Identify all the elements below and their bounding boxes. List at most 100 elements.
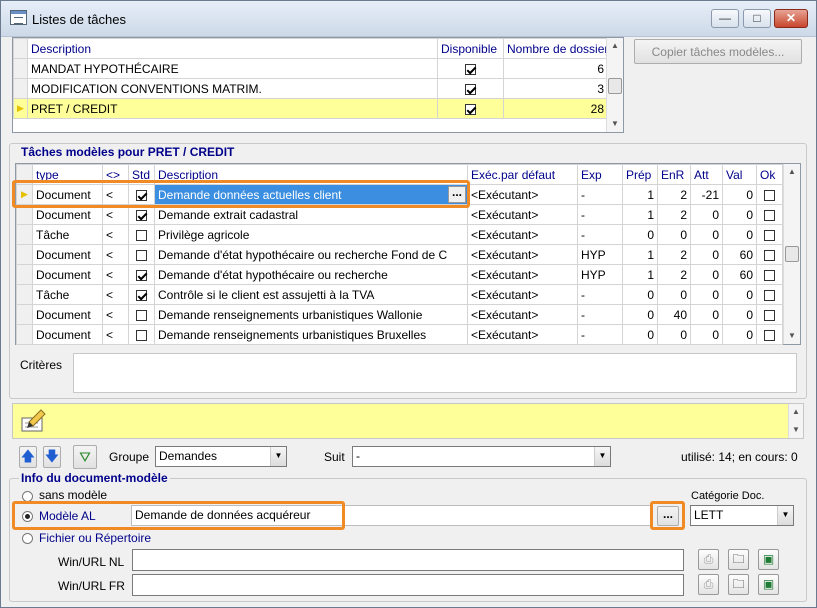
task-row[interactable]: Document < Demande renseignements urbanist… bbox=[16, 304, 783, 325]
filter-button[interactable]: ⛛ bbox=[73, 445, 97, 469]
ok-checkbox[interactable] bbox=[764, 209, 775, 221]
scroll-up-icon[interactable]: ▲ bbox=[607, 38, 623, 54]
disponible-checkbox[interactable] bbox=[465, 63, 476, 75]
categorie-select[interactable]: LETT ▼ bbox=[690, 505, 794, 526]
maximize-button[interactable]: □ bbox=[743, 9, 771, 28]
win-nl-label: Win/URL NL bbox=[58, 555, 125, 569]
table-row[interactable]: MANDAT HYPOTHÉCAIRE 6 bbox=[13, 58, 608, 79]
close-button[interactable]: ✕ bbox=[774, 9, 808, 28]
scroll-down-icon[interactable]: ▼ bbox=[784, 328, 800, 344]
task-edit-button[interactable]: ... bbox=[448, 186, 466, 203]
fr-folder-button[interactable]: 🗀 bbox=[728, 574, 749, 595]
row-indicator-header bbox=[13, 38, 28, 59]
notepad-pencil-icon[interactable] bbox=[19, 408, 47, 434]
criteria-field[interactable] bbox=[73, 353, 797, 393]
nl-word-button[interactable]: ▣ bbox=[758, 549, 779, 570]
fr-print-button[interactable]: ⎙ bbox=[698, 574, 719, 595]
chevron-down-icon[interactable]: ▼ bbox=[270, 447, 286, 466]
categorie-label: Catégorie Doc. bbox=[691, 490, 765, 502]
minimize-button[interactable]: — bbox=[711, 9, 739, 28]
ok-checkbox[interactable] bbox=[764, 249, 775, 261]
col-nombre-dossiers[interactable]: Nombre de dossiers bbox=[503, 38, 608, 59]
task-row[interactable]: Tâche < Privilège agricole <Exécutant> -0 0 0 0 bbox=[16, 224, 783, 245]
col-description[interactable]: Description bbox=[27, 38, 438, 59]
move-down-button[interactable]: 🡇 bbox=[43, 446, 61, 468]
col-val[interactable]: Val bbox=[722, 164, 757, 185]
task-enr: 2 bbox=[657, 244, 691, 265]
nl-print-button[interactable]: ⎙ bbox=[698, 549, 719, 570]
std-checkbox[interactable] bbox=[136, 309, 147, 321]
nl-folder-button[interactable]: 🗀 bbox=[728, 549, 749, 570]
modele-al-label[interactable]: Modèle AL bbox=[39, 509, 96, 523]
doc-model-title: Info du document-modèle bbox=[19, 471, 170, 485]
ok-checkbox[interactable] bbox=[764, 189, 775, 201]
task-exp: - bbox=[577, 304, 623, 325]
col-prep[interactable]: Prép bbox=[622, 164, 658, 185]
scroll-thumb[interactable] bbox=[608, 78, 622, 94]
ok-checkbox[interactable] bbox=[764, 329, 775, 341]
std-checkbox[interactable] bbox=[136, 269, 147, 281]
win-fr-field[interactable] bbox=[132, 574, 684, 596]
fr-word-button[interactable]: ▣ bbox=[758, 574, 779, 595]
note-scrollbar[interactable]: ▲ ▼ bbox=[788, 404, 803, 438]
modele-browse-button[interactable]: ... bbox=[657, 506, 679, 526]
top-table-scrollbar[interactable]: ▲ ▼ bbox=[606, 38, 623, 132]
tasks-scrollbar[interactable]: ▲ ▼ bbox=[783, 164, 800, 344]
task-row[interactable]: Document < Demande extrait cadastral <Exécu… bbox=[16, 204, 783, 225]
ok-checkbox[interactable] bbox=[764, 309, 775, 321]
task-row-selected[interactable]: ▶ Document < Demande données actuelles clie… bbox=[16, 184, 783, 205]
fichier-radio[interactable] bbox=[22, 533, 33, 544]
std-checkbox[interactable] bbox=[136, 329, 147, 341]
sans-modele-radio[interactable] bbox=[22, 491, 33, 502]
col-exec[interactable]: Exéc.par défaut bbox=[467, 164, 578, 185]
task-description: Demande d'état hypothécaire ou recherche… bbox=[154, 244, 468, 265]
col-att[interactable]: Att bbox=[690, 164, 723, 185]
task-row[interactable]: Document < Demande d'état hypothécaire ou … bbox=[16, 244, 783, 265]
groupe-select[interactable]: Demandes ▼ bbox=[155, 446, 287, 467]
sans-modele-label[interactable]: sans modèle bbox=[39, 488, 107, 502]
col-type[interactable]: type bbox=[32, 164, 103, 185]
disponible-checkbox[interactable] bbox=[465, 83, 476, 95]
scroll-down-icon[interactable]: ▼ bbox=[789, 422, 803, 438]
col-enr[interactable]: EnR bbox=[657, 164, 691, 185]
table-row[interactable]: MODIFICATION CONVENTIONS MATRIM. 3 bbox=[13, 78, 608, 99]
col-std[interactable]: Std bbox=[128, 164, 155, 185]
modele-al-field[interactable]: Demande de données acquéreur bbox=[131, 505, 651, 526]
scroll-up-icon[interactable]: ▲ bbox=[784, 164, 800, 180]
std-checkbox[interactable] bbox=[136, 289, 147, 301]
task-type: Document bbox=[32, 264, 103, 285]
copy-tasks-button[interactable]: Copier tâches modèles... bbox=[634, 39, 802, 64]
col-ok[interactable]: Ok bbox=[756, 164, 783, 185]
task-row[interactable]: Document < Demande renseignements urbanist… bbox=[16, 324, 783, 345]
move-up-button[interactable]: 🡅 bbox=[19, 446, 37, 468]
ok-checkbox[interactable] bbox=[764, 269, 775, 281]
chevron-down-icon[interactable]: ▼ bbox=[777, 506, 793, 525]
modele-al-radio[interactable] bbox=[22, 511, 33, 522]
col-disponible[interactable]: Disponible bbox=[437, 38, 504, 59]
chevron-down-icon[interactable]: ▼ bbox=[594, 447, 610, 466]
fichier-label[interactable]: Fichier ou Répertoire bbox=[39, 531, 151, 545]
std-checkbox[interactable] bbox=[136, 189, 147, 201]
table-row-selected[interactable]: ▶ PRET / CREDIT 28 bbox=[13, 98, 608, 119]
note-area[interactable]: ▲ ▼ bbox=[12, 403, 804, 439]
suit-select[interactable]: - ▼ bbox=[352, 446, 611, 467]
std-checkbox[interactable] bbox=[136, 209, 147, 221]
scroll-thumb[interactable] bbox=[785, 246, 799, 262]
col-description[interactable]: Description bbox=[154, 164, 468, 185]
task-row[interactable]: Document < Demande d'état hypothécaire ou … bbox=[16, 264, 783, 285]
win-nl-field[interactable] bbox=[132, 549, 684, 571]
row-indicator bbox=[16, 324, 33, 345]
task-cmp: < bbox=[102, 284, 129, 305]
tasks-table: type <> Std Description Exéc.par défaut Exp Pr… bbox=[15, 163, 801, 345]
col-exp[interactable]: Exp bbox=[577, 164, 623, 185]
std-checkbox[interactable] bbox=[136, 229, 147, 241]
document-icon: ▣ bbox=[762, 552, 775, 566]
ok-checkbox[interactable] bbox=[764, 289, 775, 301]
disponible-checkbox[interactable] bbox=[465, 103, 476, 115]
col-cmp[interactable]: <> bbox=[102, 164, 129, 185]
ok-checkbox[interactable] bbox=[764, 229, 775, 241]
scroll-up-icon[interactable]: ▲ bbox=[789, 404, 803, 420]
task-row[interactable]: Tâche < Contrôle si le client est assujett… bbox=[16, 284, 783, 305]
scroll-down-icon[interactable]: ▼ bbox=[607, 116, 623, 132]
std-checkbox[interactable] bbox=[136, 249, 147, 261]
